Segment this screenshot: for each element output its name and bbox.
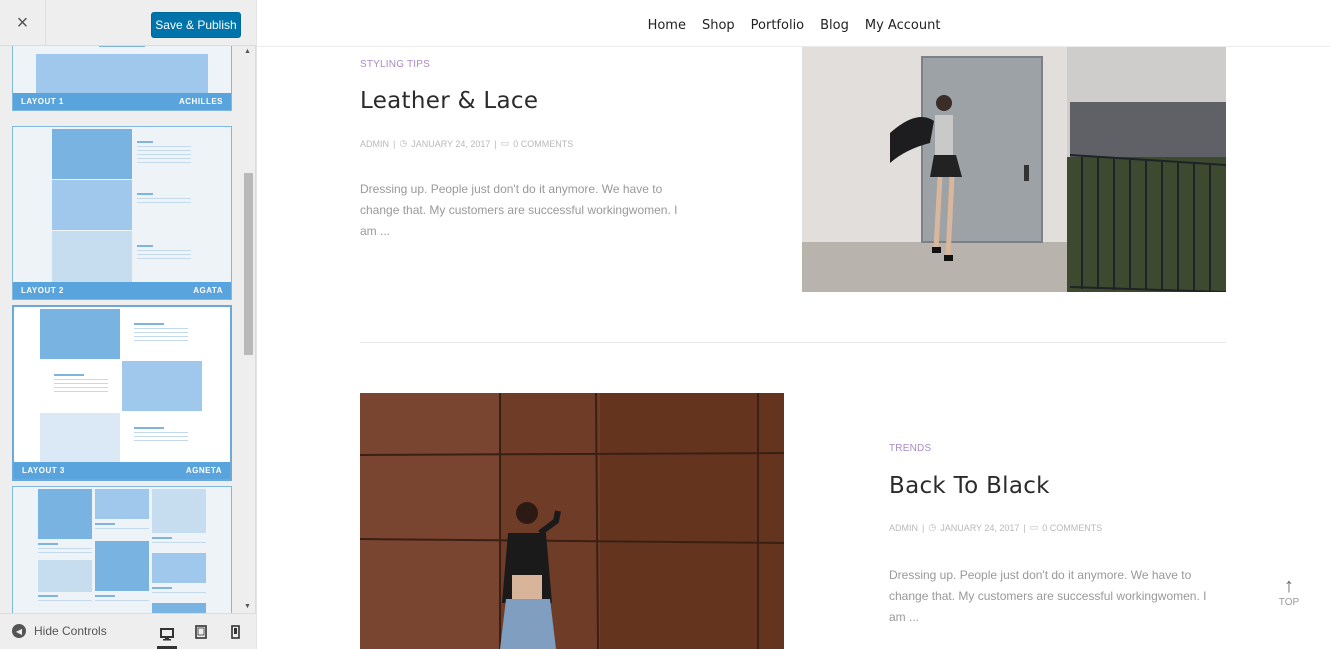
layout-option-2[interactable]: LAYOUT 2 AGATA	[12, 126, 232, 300]
fashion-photo-doorway	[802, 47, 1226, 292]
hide-controls-button[interactable]: ◀ Hide Controls	[12, 624, 107, 638]
layout-thumb-block	[40, 309, 120, 359]
post-date: JANUARY 24, 2017	[940, 522, 1020, 533]
tablet-icon	[195, 625, 207, 639]
customizer-header: × Save & Publish	[0, 0, 256, 46]
preview-tablet-button[interactable]	[191, 622, 211, 642]
customizer-sidebar: × Save & Publish LAYOUT 1 ACHILLES LAYOU…	[0, 0, 256, 649]
back-to-top-label: TOP	[1278, 597, 1300, 608]
post-excerpt: Dressing up. People just don't do it any…	[360, 179, 720, 242]
post-category[interactable]: STYLING TIPS	[360, 59, 430, 70]
excerpt-line: change that. My customers are successful…	[889, 589, 1207, 603]
layout-label-bar: LAYOUT 1 ACHILLES	[13, 93, 231, 110]
clock-icon: ◷	[928, 522, 937, 532]
post-meta: ADMIN | ◷ JANUARY 24, 2017 | ▭ 0 COMMENT…	[889, 522, 1102, 533]
meta-separator: |	[393, 138, 396, 149]
nav-item-blog[interactable]: Blog	[820, 18, 849, 33]
nav-item-my-account[interactable]: My Account	[865, 18, 941, 33]
layout-thumb-block	[152, 553, 206, 583]
post-author[interactable]: ADMIN	[360, 139, 389, 149]
layout-thumb-block	[52, 180, 132, 230]
nav-item-home[interactable]: Home	[648, 18, 686, 33]
close-customizer-button[interactable]: ×	[0, 0, 46, 46]
meta-separator: |	[922, 522, 925, 533]
post-comments[interactable]: 0 COMMENTS	[1042, 523, 1102, 533]
excerpt-line: Dressing up. People just don't do it any…	[360, 182, 663, 196]
nav-item-shop[interactable]: Shop	[702, 18, 735, 33]
post-meta: ADMIN | ◷ JANUARY 24, 2017 | ▭ 0 COMMENT…	[360, 138, 573, 149]
excerpt-line: Dressing up. People just don't do it any…	[889, 568, 1192, 582]
layout-thumb-block	[95, 489, 149, 519]
layout-thumb-block	[38, 560, 92, 592]
main-nav: Home Shop Portfolio Blog My Account	[257, 5, 1330, 47]
mobile-icon	[230, 625, 240, 639]
layout-label: LAYOUT 3	[22, 466, 65, 475]
close-icon: ×	[16, 11, 29, 34]
scroll-up-icon[interactable]: ▲	[244, 48, 251, 55]
layout-option-1[interactable]: LAYOUT 1 ACHILLES	[12, 46, 232, 111]
post-divider	[360, 342, 1226, 343]
scroll-down-icon[interactable]: ▼	[244, 603, 251, 610]
site-preview[interactable]: Home Shop Portfolio Blog My Account STYL…	[256, 0, 1330, 649]
post-featured-image[interactable]	[360, 393, 784, 649]
layout-thumb-block	[122, 361, 202, 411]
fashion-photo-rust-wall	[360, 393, 784, 649]
meta-separator: |	[1023, 522, 1026, 533]
arrow-up-icon: ↑	[1284, 575, 1294, 597]
post-excerpt: Dressing up. People just don't do it any…	[889, 565, 1249, 628]
layout-thumb-block	[152, 489, 206, 533]
save-publish-button[interactable]: Save & Publish	[151, 12, 241, 38]
layout-name: ACHILLES	[179, 97, 223, 106]
layout-thumb-block	[40, 413, 120, 463]
hide-controls-label: Hide Controls	[34, 624, 107, 638]
comment-icon: ▭	[500, 138, 510, 148]
sidebar-scrollbar[interactable]: ▲ ▼	[242, 46, 253, 613]
post-author[interactable]: ADMIN	[889, 523, 918, 533]
excerpt-line: am ...	[360, 224, 391, 238]
preview-mobile-button[interactable]	[225, 622, 245, 642]
post-title[interactable]: Back To Black	[889, 473, 1050, 499]
preview-desktop-button[interactable]	[157, 622, 177, 649]
meta-separator: |	[494, 138, 497, 149]
post-date: JANUARY 24, 2017	[411, 138, 491, 149]
layout-thumb-block	[52, 231, 132, 283]
layout-list[interactable]: LAYOUT 1 ACHILLES LAYOUT 2 AGATA LAYOUT …	[0, 46, 256, 613]
layout-thumb-block	[36, 54, 208, 94]
layout-thumb-block	[38, 489, 92, 539]
layout-label: LAYOUT 1	[21, 97, 64, 106]
comment-icon: ▭	[1029, 522, 1039, 532]
scrollbar-thumb[interactable]	[244, 173, 253, 355]
clock-icon: ◷	[399, 138, 408, 148]
desktop-icon	[160, 627, 174, 640]
layout-thumb-block	[52, 129, 132, 179]
layout-name: AGNETA	[185, 466, 222, 475]
post-title[interactable]: Leather & Lace	[360, 88, 538, 114]
post-category[interactable]: TRENDS	[889, 443, 931, 454]
back-to-top-button[interactable]: ↑ TOP	[1274, 575, 1304, 608]
layout-label-bar: LAYOUT 3 AGNETA	[14, 462, 230, 479]
post-featured-image[interactable]	[802, 47, 1226, 292]
excerpt-line: am ...	[889, 610, 920, 624]
nav-item-portfolio[interactable]: Portfolio	[751, 18, 804, 33]
post-comments[interactable]: 0 COMMENTS	[513, 139, 573, 149]
layout-thumb-block	[152, 603, 206, 613]
collapse-icon: ◀	[12, 624, 26, 638]
customizer-footer: ◀ Hide Controls	[0, 613, 256, 649]
layout-label: LAYOUT 2	[21, 286, 64, 295]
layout-label-bar: LAYOUT 2 AGATA	[13, 282, 231, 299]
excerpt-line: change that. My customers are successful…	[360, 203, 678, 217]
layout-thumb-block	[95, 541, 149, 591]
layout-name: AGATA	[193, 286, 223, 295]
layout-option-3[interactable]: LAYOUT 3 AGNETA	[12, 305, 232, 481]
layout-option-4[interactable]	[12, 486, 232, 613]
